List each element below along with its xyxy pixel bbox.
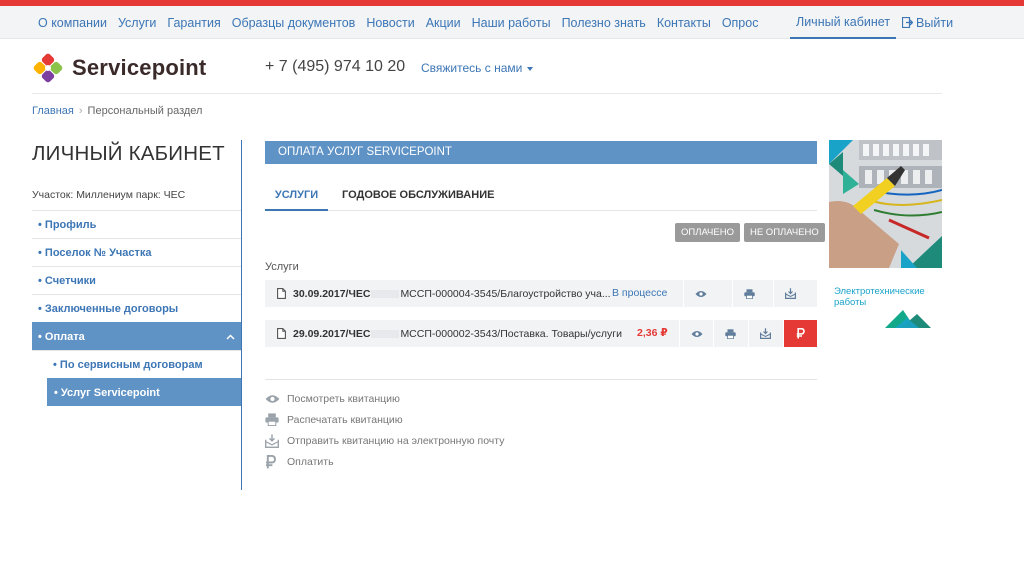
nav-link-useful[interactable]: Полезно знать	[562, 16, 646, 30]
view-receipt-button[interactable]	[679, 320, 713, 347]
chevron-up-icon	[226, 334, 235, 340]
main-content: ОПЛАТА УСЛУГ SERVICEPOINT УСЛУГИ ГОДОВОЕ…	[265, 141, 825, 468]
nav-link-contacts[interactable]: Контакты	[657, 16, 711, 30]
top-nav-links: О компании Услуги Гарантия Образцы докум…	[38, 6, 769, 39]
legend-item-email: Отправить квитанцию на электронную почту	[265, 430, 817, 451]
row-status: В процессе	[612, 287, 668, 299]
nav-link-warranty[interactable]: Гарантия	[167, 16, 220, 30]
ad-banner[interactable]: Электротехнические работы	[829, 140, 942, 330]
breadcrumb-home[interactable]: Главная	[32, 105, 74, 117]
row-amount: 2,36 ₽	[637, 327, 668, 339]
row-date: 30.09.2017/ЧЕС	[293, 287, 371, 300]
eye-icon	[265, 394, 280, 403]
sidebar-item-payment[interactable]: • Оплата	[32, 322, 241, 350]
row-description: МССП-000002-3543/Поставка. Товары/услуги	[400, 327, 622, 340]
eye-icon	[691, 330, 702, 337]
legend-item-print: Распечатать квитанцию	[265, 409, 817, 430]
contact-dropdown[interactable]: Свяжитесь с нами	[421, 61, 534, 75]
top-nav-account: Личный кабинет Выйти	[790, 6, 953, 39]
table-row: 29.09.2017/ЧЕС МССП-000002-3543/Поставка…	[265, 320, 817, 347]
email-receipt-button[interactable]	[748, 320, 782, 347]
ruble-icon	[796, 328, 805, 339]
logout-icon	[902, 17, 914, 28]
sidebar: ЛИЧНЫЙ КАБИНЕТ Участок: Миллениум парк: …	[32, 140, 242, 490]
legend-item-view: Посмотреть квитанцию	[265, 388, 817, 409]
sidebar-menu: • Профиль • Поселок № Участка • Счетчики…	[32, 210, 241, 406]
printer-icon	[725, 328, 736, 339]
row-description: МССП-000004-3545/Благоустройство уча...	[400, 287, 611, 300]
table-row: 30.09.2017/ЧЕС МССП-000004-3545/Благоуст…	[265, 280, 817, 307]
print-receipt-button[interactable]	[713, 320, 747, 347]
filter-unpaid-button[interactable]: НЕ ОПЛАЧЕНО	[743, 223, 825, 242]
plot-info: Участок: Миллениум парк: ЧЕС	[32, 189, 186, 201]
electrical-panel-illustration	[829, 140, 942, 268]
sidebar-item-profile[interactable]: • Профиль	[32, 210, 241, 238]
eye-icon	[695, 290, 706, 297]
nav-link-promotions[interactable]: Акции	[426, 16, 461, 30]
tabs: УСЛУГИ ГОДОВОЕ ОБСЛУЖИВАНИЕ	[265, 183, 817, 211]
logout-label: Выйти	[916, 15, 954, 30]
sidebar-subitem-servicepoint-services[interactable]: • Услуг Servicepoint	[47, 378, 241, 406]
ad-caption-line1: Электротехнические	[834, 286, 925, 297]
breadcrumb-separator-icon: ›	[78, 105, 83, 117]
tab-annual-maintenance[interactable]: ГОДОВОЕ ОБСЛУЖИВАНИЕ	[342, 189, 494, 201]
nav-link-cabinet[interactable]: Личный кабинет	[790, 6, 897, 39]
nav-link-about[interactable]: О компании	[38, 16, 107, 30]
ad-image	[829, 140, 942, 268]
breadcrumb-current: Персональный раздел	[87, 105, 203, 117]
page-title: ЛИЧНЫЙ КАБИНЕТ	[32, 142, 225, 165]
site-logo[interactable]: Servicepoint	[32, 52, 206, 84]
site-header: Servicepoint + 7 (495) 974 10 20 Свяжите…	[32, 48, 942, 94]
printer-icon	[265, 413, 279, 426]
legend-view-label: Посмотреть квитанцию	[287, 392, 400, 405]
pay-button[interactable]	[783, 320, 817, 347]
caret-down-icon	[527, 66, 534, 71]
nav-link-news[interactable]: Новости	[366, 16, 414, 30]
logout-link[interactable]: Выйти	[902, 16, 953, 30]
nav-link-services[interactable]: Услуги	[118, 16, 156, 30]
payment-filters: ОПЛАЧЕНО НЕ ОПЛАЧЕНО	[675, 223, 825, 242]
mail-download-icon	[760, 328, 771, 339]
tab-services[interactable]: УСЛУГИ	[265, 189, 328, 211]
logo-mark-icon	[33, 53, 63, 83]
nav-link-survey[interactable]: Опрос	[722, 16, 759, 30]
mountains-logo-icon	[885, 310, 931, 328]
ruble-icon	[266, 454, 276, 468]
legend-email-label: Отправить квитанцию на электронную почту	[287, 434, 505, 447]
services-list-label: Услуги	[265, 261, 299, 273]
redacted-text	[371, 289, 400, 298]
filter-paid-button[interactable]: ОПЛАЧЕНО	[675, 223, 740, 242]
printer-icon	[744, 288, 755, 299]
actions-legend: Посмотреть квитанцию Распечатать квитанц…	[265, 379, 817, 472]
top-navigation: О компании Услуги Гарантия Образцы докум…	[0, 6, 1024, 39]
legend-print-label: Распечатать квитанцию	[287, 413, 403, 426]
redacted-text	[371, 329, 400, 338]
phone-number: + 7 (495) 974 10 20	[265, 58, 406, 75]
mail-download-icon	[785, 288, 796, 299]
ad-caption: Электротехнические работы	[834, 286, 925, 308]
document-icon	[277, 288, 286, 299]
logo-text: Servicepoint	[72, 55, 207, 80]
email-receipt-button[interactable]	[773, 280, 807, 307]
legend-pay-label: Оплатить	[287, 455, 334, 468]
nav-link-documents[interactable]: Образцы документов	[232, 16, 356, 30]
mail-download-icon	[265, 433, 279, 448]
nav-link-our-works[interactable]: Наши работы	[472, 16, 551, 30]
document-icon	[277, 328, 286, 339]
sidebar-item-payment-label: • Оплата	[38, 331, 85, 343]
contact-dropdown-label: Свяжитесь с нами	[421, 61, 523, 75]
sidebar-item-meters[interactable]: • Счетчики	[32, 266, 241, 294]
breadcrumb: Главная › Персональный раздел	[32, 105, 202, 117]
sidebar-item-contracts[interactable]: • Заключенные договоры	[32, 294, 241, 322]
section-title: ОПЛАТА УСЛУГ SERVICEPOINT	[265, 141, 817, 164]
sidebar-subitem-service-contracts[interactable]: • По сервисным договорам	[32, 350, 241, 378]
legend-item-pay: Оплатить	[265, 451, 817, 472]
print-receipt-button[interactable]	[732, 280, 766, 307]
sidebar-item-plot-number[interactable]: • Поселок № Участка	[32, 238, 241, 266]
row-date: 29.09.2017/ЧЕС	[293, 327, 371, 340]
view-receipt-button[interactable]	[683, 280, 717, 307]
